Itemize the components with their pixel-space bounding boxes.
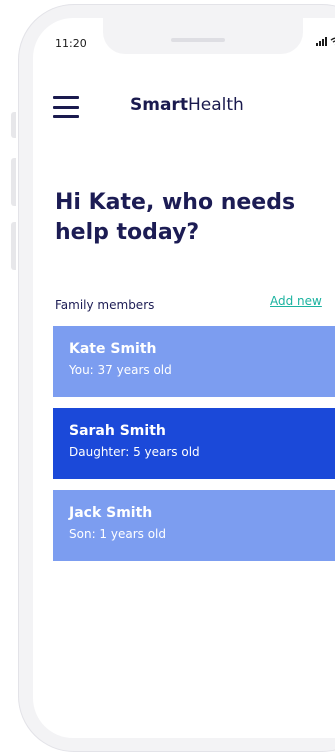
- phone-side-button: [11, 222, 16, 270]
- phone-side-button: [11, 112, 16, 138]
- logo-regular: Health: [187, 95, 244, 115]
- member-relation: Son: 1 years old: [69, 527, 167, 541]
- member-name: Kate Smith: [69, 341, 157, 357]
- logo-bold: Smart: [130, 95, 188, 115]
- signal-icon: [316, 37, 327, 46]
- status-icons: [316, 37, 335, 46]
- phone-side-button: [11, 158, 16, 206]
- greeting-heading: Hi Kate, who needs help today?: [55, 190, 296, 245]
- family-members-label: Family members: [55, 298, 155, 312]
- phone-speaker: [171, 38, 225, 42]
- app-canvas: 11:20 SmartHealth Hi Kate, who needs hel…: [0, 0, 335, 755]
- wifi-icon: [330, 37, 335, 46]
- hamburger-menu-icon[interactable]: [53, 96, 79, 118]
- member-relation: You: 37 years old: [69, 363, 172, 377]
- member-relation: Daughter: 5 years old: [69, 445, 200, 459]
- status-time: 11:20: [55, 37, 87, 50]
- add-new-link[interactable]: Add new: [270, 294, 322, 308]
- member-card-kate[interactable]: Kate Smith You: 37 years old >: [53, 326, 335, 397]
- member-name: Sarah Smith: [69, 423, 166, 439]
- app-logo: SmartHealth: [130, 95, 244, 115]
- phone-screen: 11:20 SmartHealth Hi Kate, who needs hel…: [33, 18, 335, 738]
- phone-notch: [103, 18, 303, 54]
- member-card-sarah[interactable]: Sarah Smith Daughter: 5 years old >: [53, 408, 335, 479]
- member-name: Jack Smith: [69, 505, 153, 521]
- member-card-jack[interactable]: Jack Smith Son: 1 years old >: [53, 490, 335, 561]
